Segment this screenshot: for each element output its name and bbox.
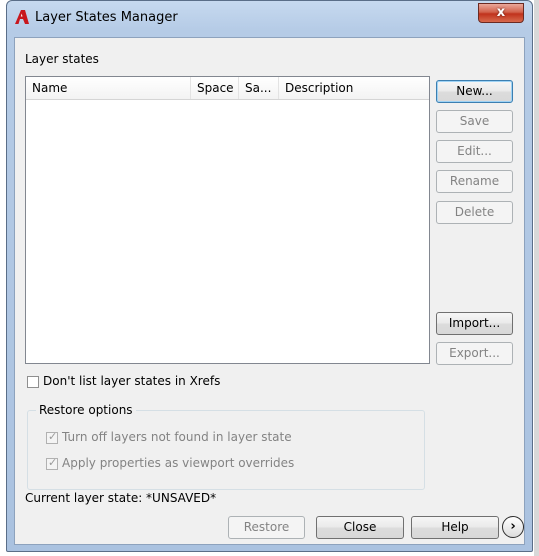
column-header-space[interactable]: Space: [191, 77, 239, 99]
layer-states-label: Layer states: [25, 52, 99, 66]
xrefs-checkbox[interactable]: [27, 376, 39, 388]
import-button[interactable]: Import...: [436, 312, 513, 335]
layer-states-manager-window: Layer States Manager x Layer states Name…: [6, 0, 533, 552]
help-button[interactable]: Help: [411, 516, 499, 539]
expand-dialog-icon[interactable]: ›: [502, 516, 524, 538]
restore-options-title: Restore options: [36, 403, 136, 417]
xrefs-checkbox-label: Don't list layer states in Xrefs: [43, 374, 221, 388]
edit-button[interactable]: Edit...: [436, 140, 513, 163]
turn-off-layers-label: Turn off layers not found in layer state: [62, 430, 292, 444]
title-bar[interactable]: Layer States Manager x: [7, 1, 532, 37]
new-button[interactable]: New...: [436, 80, 513, 103]
background-edge: [534, 0, 539, 556]
column-header-name[interactable]: Name: [26, 77, 191, 99]
rename-button[interactable]: Rename: [436, 170, 513, 193]
restore-button[interactable]: Restore: [228, 516, 305, 539]
apply-properties-checkbox[interactable]: ✓: [46, 456, 58, 470]
window-close-button[interactable]: x: [478, 3, 524, 23]
list-header: Name Space Sa... Description: [26, 77, 429, 100]
column-header-saved[interactable]: Sa...: [239, 77, 279, 99]
close-button[interactable]: Close: [316, 516, 404, 539]
turn-off-layers-checkbox[interactable]: ✓: [46, 430, 58, 444]
save-button[interactable]: Save: [436, 110, 513, 133]
apply-properties-label: Apply properties as viewport overrides: [62, 456, 295, 470]
export-button[interactable]: Export...: [436, 342, 513, 365]
checkmark-icon: ✓: [48, 456, 58, 469]
column-header-description[interactable]: Description: [279, 77, 429, 99]
delete-button[interactable]: Delete: [436, 201, 513, 224]
current-layer-state-label: Current layer state: *UNSAVED*: [25, 491, 217, 505]
autocad-app-icon: [15, 10, 29, 24]
restore-options-group: Restore options ✓ Turn off layers not fo…: [27, 403, 425, 490]
close-icon: x: [496, 5, 506, 20]
layer-states-list[interactable]: Name Space Sa... Description: [25, 76, 430, 364]
dialog-body: Layer states Name Space Sa... Descriptio…: [14, 37, 525, 545]
checkmark-icon: ✓: [48, 430, 58, 443]
window-title: Layer States Manager: [35, 10, 178, 25]
